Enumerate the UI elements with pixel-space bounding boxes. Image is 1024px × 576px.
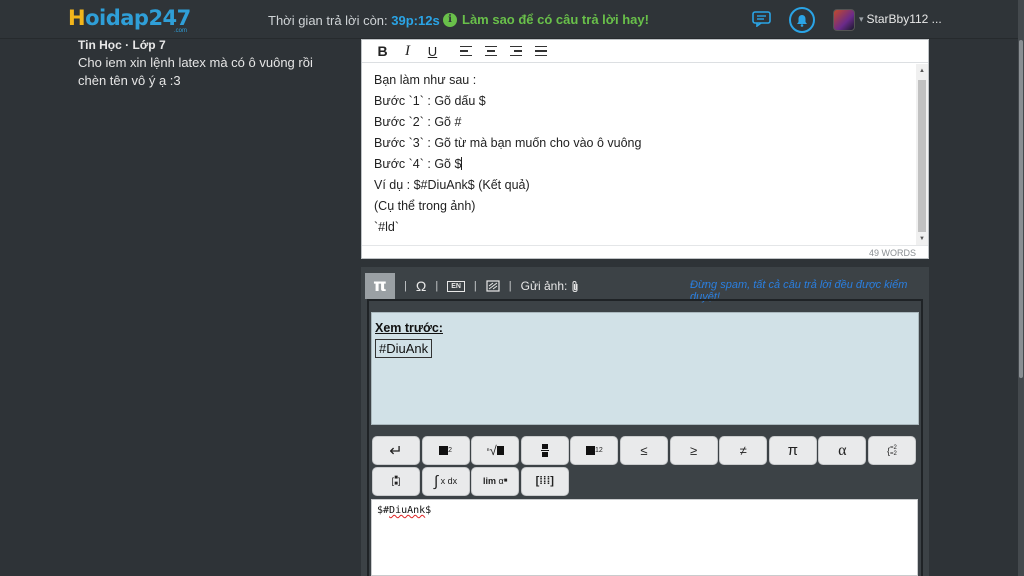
box-icon	[496, 446, 504, 455]
box-icon	[439, 446, 449, 455]
tab-separator: |	[435, 280, 439, 292]
tab-separator: |	[508, 280, 512, 292]
align-left-button[interactable]	[453, 41, 478, 61]
scroll-down-icon[interactable]: ▼	[919, 236, 925, 242]
tab-separator: |	[473, 280, 477, 292]
fraction-button[interactable]	[520, 436, 569, 465]
align-left-icon	[459, 45, 472, 57]
tip-label: Làm sao để có câu trả lời hay!	[462, 12, 649, 27]
preview-result: #DiuAnk	[375, 339, 433, 358]
page-scrollbar-thumb[interactable]	[1019, 40, 1023, 378]
upload-label: Gửi ảnh:	[520, 279, 568, 293]
user-name: StarBby112 ...	[866, 12, 942, 26]
justify-button[interactable]	[528, 41, 553, 61]
alpha-button[interactable]: α	[818, 436, 867, 465]
fraction-icon	[540, 444, 549, 457]
bold-button[interactable]: B	[370, 41, 395, 61]
math-buttons-row: ↵ 2 ⁿ √ 12 ≤ ≥ ≠ π α {=2 =2	[372, 436, 920, 465]
info-icon: i	[443, 12, 457, 27]
editor-line: Ví dụ : $#DiuAnk$ (Kết quả)	[374, 178, 530, 192]
align-right-icon	[509, 45, 522, 57]
editor-scrollbar-thumb[interactable]	[918, 80, 926, 232]
editor-line: (Cụ thể trong ảnh)	[374, 199, 476, 213]
align-right-button[interactable]	[503, 41, 528, 61]
tab-omega[interactable]: Ω	[416, 278, 426, 294]
italic-button[interactable]: I	[395, 41, 420, 61]
align-center-icon	[484, 45, 497, 57]
answer-timer: Thời gian trả lời còn: 39p:12s	[268, 13, 440, 28]
editor-toolbar: B I U	[362, 40, 928, 63]
matrix-bracket-button[interactable]: [■ ■]	[372, 466, 420, 496]
superscript-button[interactable]: 2	[421, 436, 470, 465]
root-button[interactable]: ⁿ √	[471, 436, 520, 465]
tab-english-keyboard[interactable]: EN	[447, 280, 465, 292]
question-text: Cho iem xin lệnh latex mà có ô vuông rồi…	[78, 55, 313, 88]
chat-icon[interactable]	[752, 11, 771, 27]
timer-label: Thời gian trả lời còn:	[268, 13, 388, 28]
pi-button[interactable]: π	[768, 436, 817, 465]
editor-line: Bước `4` : Gõ $	[374, 154, 914, 175]
spellcheck-word: DiuAnk	[389, 505, 426, 516]
justify-icon	[534, 45, 547, 57]
editor-line: Bước `2` : Gõ #	[374, 115, 462, 129]
editor-line-text: Bước `4` : Gõ $	[374, 157, 462, 171]
tip-link[interactable]: i Làm sao để có câu trả lời hay!	[443, 12, 649, 27]
draw-icon[interactable]	[486, 280, 500, 292]
align-center-button[interactable]	[478, 41, 503, 61]
math-buttons-row: [■ ■] ∫ x dx lim α ■ [⁞⁞⁞]	[372, 466, 920, 496]
upload-image-button[interactable]: Gửi ảnh:	[521, 279, 580, 293]
editor-line: Bạn làm như sau :	[374, 73, 477, 87]
latex-input[interactable]: $#DiuAnk$	[371, 499, 918, 576]
answer-editor[interactable]: B I U Bạn làm như sau : Bước `1` : Gõ dấ	[361, 39, 929, 259]
user-menu[interactable]: ▾ StarBby112 ...	[859, 12, 942, 26]
math-tabs: π | Ω | EN | | Gửi ảnh:	[365, 273, 579, 299]
timer-value: 39p:12s	[391, 13, 440, 28]
integral-button[interactable]: ∫ x dx	[421, 466, 470, 496]
text-cursor	[461, 157, 463, 170]
scroll-up-icon[interactable]: ▲	[919, 68, 925, 74]
matrix-button[interactable]: [⁞⁞⁞]	[520, 466, 569, 496]
latex-input-text: $#DiuAnk$	[377, 505, 432, 516]
question-subject: Tin Học · Lớp 7	[78, 38, 166, 52]
cases-button[interactable]: {=2 =2	[867, 436, 916, 465]
preview-box: Xem trước: #DiuAnk	[371, 312, 919, 425]
math-buttons: ↵ 2 ⁿ √ 12 ≤ ≥ ≠ π α {=2 =2 [■ ■] ∫ x dx li…	[372, 436, 920, 497]
editor-statusbar: 49 WORDS	[362, 245, 928, 259]
avatar[interactable]	[833, 9, 855, 31]
limit-button[interactable]: lim α ■	[471, 466, 520, 496]
subscript-button[interactable]: 12	[570, 436, 619, 465]
editor-line: Bước `3` : Gõ từ mà bạn muốn cho vào ô v…	[374, 136, 642, 150]
not-equal-button[interactable]: ≠	[719, 436, 768, 465]
box-icon	[585, 446, 595, 455]
math-panel: π | Ω | EN | | Gửi ảnh: Đừng spam, tất c…	[361, 267, 929, 576]
logo-sub: .com	[174, 28, 188, 34]
newline-button[interactable]: ↵	[372, 436, 420, 465]
preview-label: Xem trước:	[375, 321, 443, 335]
site-logo[interactable]: Hoidap247	[68, 6, 191, 30]
top-bar: Hoidap247 .com Thời gian trả lời còn: 39…	[0, 0, 1018, 39]
chevron-down-icon: ▾	[859, 13, 864, 24]
tab-math-symbols[interactable]: π	[365, 273, 395, 299]
notification-button[interactable]	[789, 7, 815, 33]
bell-icon	[797, 14, 807, 27]
editor-content[interactable]: Bạn làm như sau : Bước `1` : Gõ dấu $ Bư…	[374, 70, 914, 238]
greater-equal-button[interactable]: ≥	[669, 436, 718, 465]
paperclip-icon	[572, 280, 578, 292]
tab-separator: |	[404, 280, 407, 292]
editor-line: Bước `1` : Gõ dấu $	[374, 94, 486, 108]
underline-button[interactable]: U	[420, 41, 445, 61]
word-count: 49 WORDS	[868, 248, 916, 258]
less-equal-button[interactable]: ≤	[619, 436, 668, 465]
editor-line: `#ld`	[374, 220, 400, 234]
